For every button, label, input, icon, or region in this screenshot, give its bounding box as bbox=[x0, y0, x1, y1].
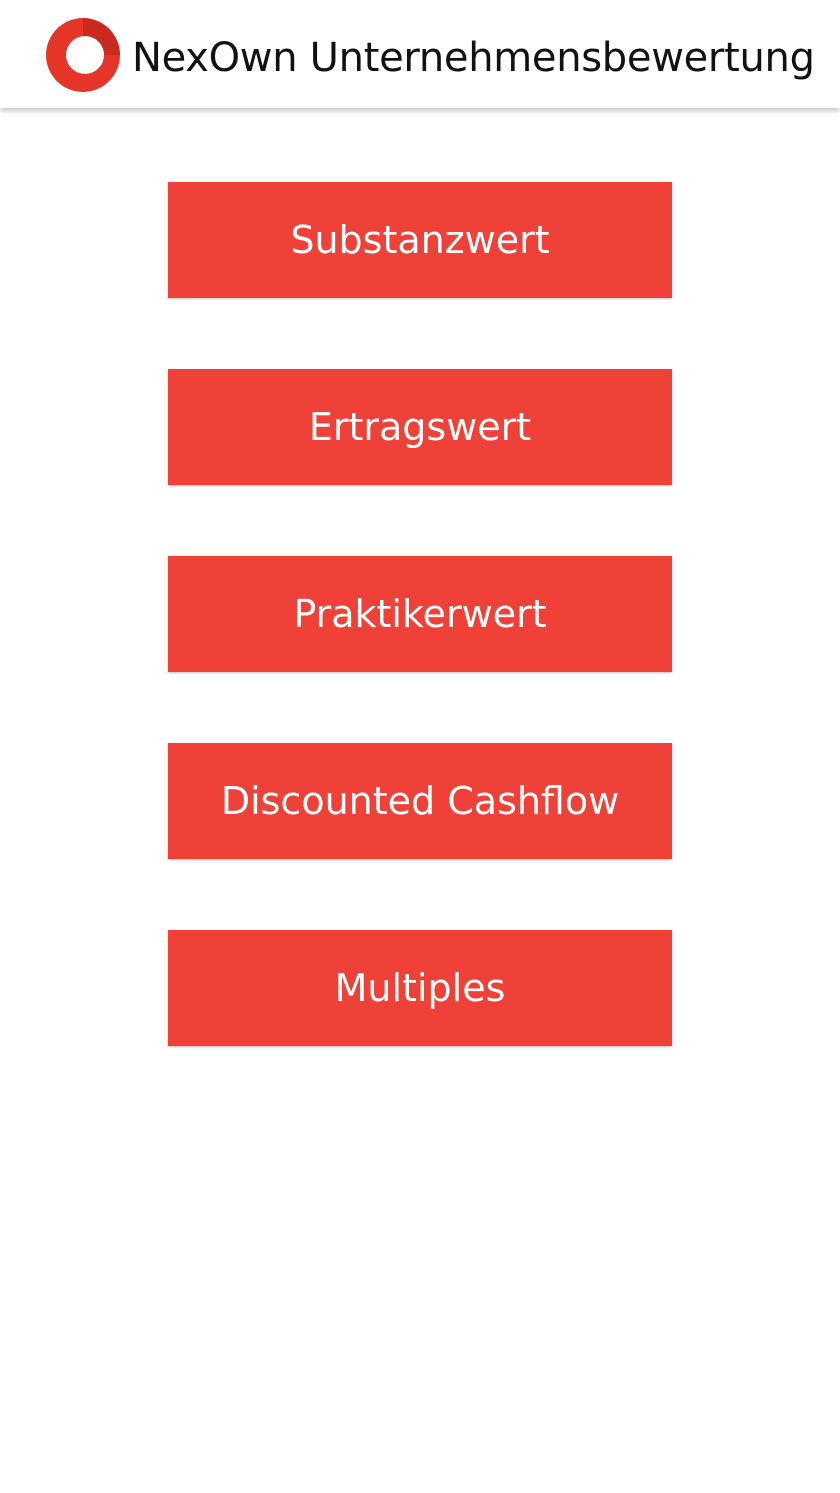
substanzwert-button[interactable]: Substanzwert bbox=[168, 182, 672, 298]
discounted-cashflow-button[interactable]: Discounted Cashflow bbox=[168, 743, 672, 859]
app-title: NexOwn Unternehmensbewertung bbox=[132, 35, 815, 81]
praktikerwert-button[interactable]: Praktikerwert bbox=[168, 556, 672, 672]
ertragswert-button[interactable]: Ertragswert bbox=[168, 369, 672, 485]
app-bar: NexOwn Unternehmensbewertung bbox=[0, 0, 840, 108]
valuation-method-menu: Substanzwert Ertragswert Praktikerwert D… bbox=[168, 182, 672, 1117]
ring-logo-icon bbox=[46, 18, 120, 92]
multiples-button[interactable]: Multiples bbox=[168, 930, 672, 1046]
